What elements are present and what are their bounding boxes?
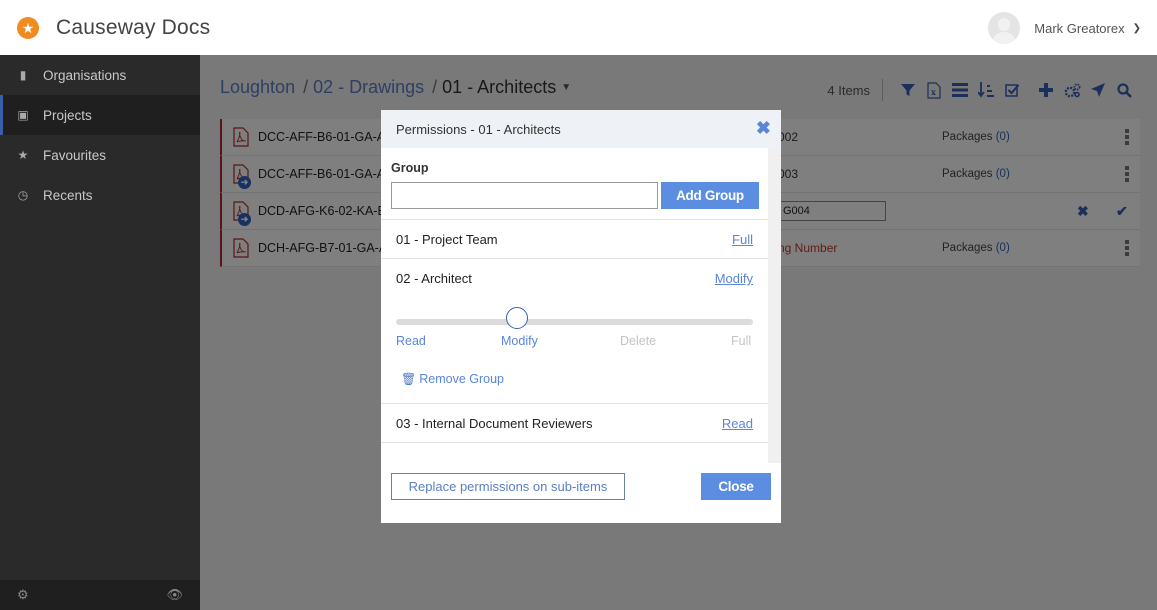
- causeway-logo-icon[interactable]: ★: [17, 16, 39, 39]
- group-name: 01 - Project Team: [396, 232, 498, 247]
- slider-label-full[interactable]: Full: [731, 334, 751, 348]
- sidebar-item-label: Projects: [43, 107, 92, 123]
- close-icon[interactable]: ✖: [756, 119, 771, 137]
- clock-icon: ◷: [17, 188, 29, 202]
- slider-label-read[interactable]: Read: [396, 334, 426, 348]
- chevron-down-icon: ❯: [1132, 22, 1141, 34]
- gear-icon[interactable]: ⚙: [17, 587, 29, 603]
- close-button[interactable]: Close: [701, 473, 771, 500]
- sidebar-footer: ⚙ 👁: [0, 580, 200, 610]
- user-menu[interactable]: Mark Greatorex ❯: [988, 12, 1141, 44]
- slider-label-modify[interactable]: Modify: [501, 334, 538, 348]
- modal-header: Permissions - 01 - Architects ✖: [381, 110, 781, 148]
- sidebar: ▮ Organisations ▣ Projects ★ Favourites …: [0, 55, 200, 610]
- sidebar-item-projects[interactable]: ▣ Projects: [0, 95, 200, 135]
- building-icon: ▮: [19, 68, 27, 82]
- briefcase-icon: ▣: [17, 108, 29, 122]
- modal-title: Permissions - 01 - Architects: [396, 121, 561, 137]
- group-name: 03 - Internal Document Reviewers: [396, 416, 593, 431]
- sidebar-item-label: Recents: [43, 187, 93, 203]
- group-permission-link[interactable]: Modify: [715, 271, 753, 286]
- star-icon: ★: [17, 148, 29, 162]
- permission-slider-handle[interactable]: [506, 307, 529, 329]
- slider-label-delete[interactable]: Delete: [620, 334, 656, 348]
- permission-slider-track[interactable]: [396, 319, 753, 325]
- sidebar-item-recents[interactable]: ◷ Recents: [0, 175, 200, 215]
- remove-group-button[interactable]: 🗑 Remove Group: [401, 372, 504, 386]
- add-group-button[interactable]: Add Group: [661, 182, 759, 209]
- group-permission-link[interactable]: Full: [732, 232, 753, 247]
- permissions-modal: Permissions - 01 - Architects ✖ Group Ad…: [381, 110, 781, 523]
- user-name: Mark Greatorex: [1034, 20, 1125, 36]
- modal-scrollbar[interactable]: [768, 148, 781, 463]
- group-permission-link[interactable]: Read: [722, 416, 753, 431]
- replace-permissions-button[interactable]: Replace permissions on sub-items: [391, 473, 625, 500]
- group-label: Group: [391, 161, 429, 175]
- divider: [381, 219, 768, 220]
- top-header: ★ Causeway Docs Mark Greatorex ❯: [0, 0, 1157, 55]
- trash-icon: 🗑: [401, 372, 417, 386]
- remove-group-label: Remove Group: [419, 372, 504, 386]
- group-input[interactable]: [391, 182, 658, 209]
- app-title: Causeway Docs: [56, 15, 211, 39]
- modal-body: Group Add Group 01 - Project Team Full 0…: [381, 148, 768, 463]
- divider: [381, 442, 768, 443]
- sidebar-item-label: Favourites: [43, 147, 107, 163]
- sidebar-item-organisations[interactable]: ▮ Organisations: [0, 55, 200, 95]
- modal-footer: Replace permissions on sub-items Close: [381, 463, 781, 523]
- divider: [381, 258, 768, 259]
- avatar: [988, 12, 1021, 44]
- sidebar-item-label: Organisations: [43, 67, 127, 83]
- group-name: 02 - Architect: [396, 271, 472, 286]
- sidebar-item-favourites[interactable]: ★ Favourites: [0, 135, 200, 175]
- eye-slash-icon[interactable]: 👁: [166, 587, 183, 603]
- divider: [381, 403, 768, 404]
